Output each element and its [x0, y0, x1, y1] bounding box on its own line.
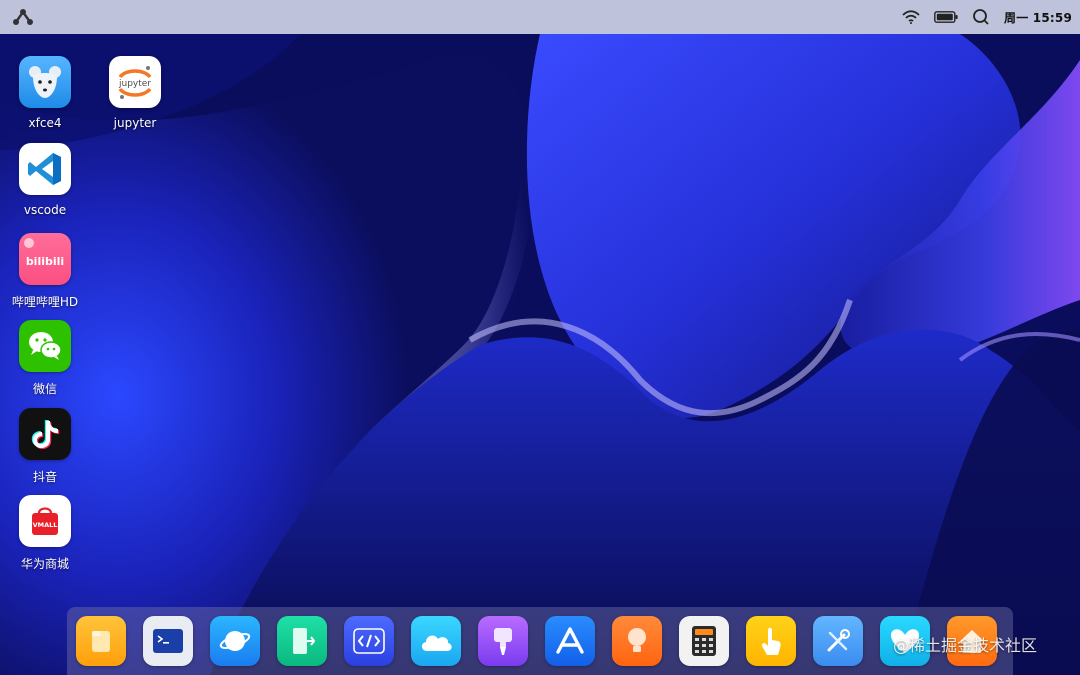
- bilibili-icon: bilibili: [19, 233, 71, 285]
- tips-bulb-icon[interactable]: [612, 616, 662, 666]
- top-status-bar: 周一 15:59: [0, 0, 1080, 34]
- code-editor-icon[interactable]: [344, 616, 394, 666]
- desktop-icon-label: 微信: [32, 382, 57, 396]
- app-logo-icon[interactable]: [12, 8, 34, 26]
- dock: [67, 607, 1013, 675]
- watermark-text: @稀土掘金技术社区: [893, 636, 1038, 655]
- tools-icon[interactable]: [813, 616, 863, 666]
- wifi-icon[interactable]: [902, 10, 920, 24]
- desktop-icon-vmall[interactable]: VMALL 华为商城: [9, 495, 81, 572]
- battery-icon[interactable]: [934, 11, 958, 23]
- terminal-icon[interactable]: [143, 616, 193, 666]
- desktop-icon-label: 华为商城: [20, 557, 69, 571]
- vscode-icon: [19, 143, 71, 195]
- desktop-icon-label: 哔哩哔哩HD: [11, 295, 79, 309]
- desktop-icon-label: 抖音: [32, 470, 57, 484]
- bilibili-icon-text: bilibili: [26, 255, 64, 268]
- desktop-icon-label: vscode: [23, 203, 67, 217]
- desktop-icon-jupyter[interactable]: jupyter jupyter: [99, 56, 171, 130]
- desktop-icon-vscode[interactable]: vscode: [9, 143, 81, 217]
- wechat-icon: [19, 320, 71, 372]
- paint-brush-icon[interactable]: [478, 616, 528, 666]
- desktop-icon-wechat[interactable]: 微信: [9, 320, 81, 397]
- calculator-icon[interactable]: [679, 616, 729, 666]
- clock[interactable]: 周一 15:59: [1004, 9, 1072, 26]
- desktop-icon-label: xfce4: [28, 116, 62, 130]
- browser-icon[interactable]: [210, 616, 260, 666]
- door-exit-icon[interactable]: [277, 616, 327, 666]
- jupyter-icon: jupyter: [109, 56, 161, 108]
- douyin-icon: [19, 408, 71, 460]
- app-store-icon[interactable]: [545, 616, 595, 666]
- cloud-icon[interactable]: [411, 616, 461, 666]
- touch-gesture-icon[interactable]: [746, 616, 796, 666]
- vmall-icon-text: VMALL: [33, 521, 58, 529]
- desktop-icon-label: jupyter: [113, 116, 157, 130]
- xfce-mouse-icon: [19, 56, 71, 108]
- file-manager-icon[interactable]: [76, 616, 126, 666]
- desktop-icon-douyin[interactable]: 抖音: [9, 408, 81, 485]
- vmall-icon: VMALL: [19, 495, 71, 547]
- desktop-icon-xfce4[interactable]: xfce4: [9, 56, 81, 130]
- search-icon[interactable]: [972, 8, 990, 26]
- desktop-icon-bilibili[interactable]: bilibili 哔哩哔哩HD: [9, 233, 81, 310]
- jupyter-icon-text: jupyter: [118, 79, 151, 89]
